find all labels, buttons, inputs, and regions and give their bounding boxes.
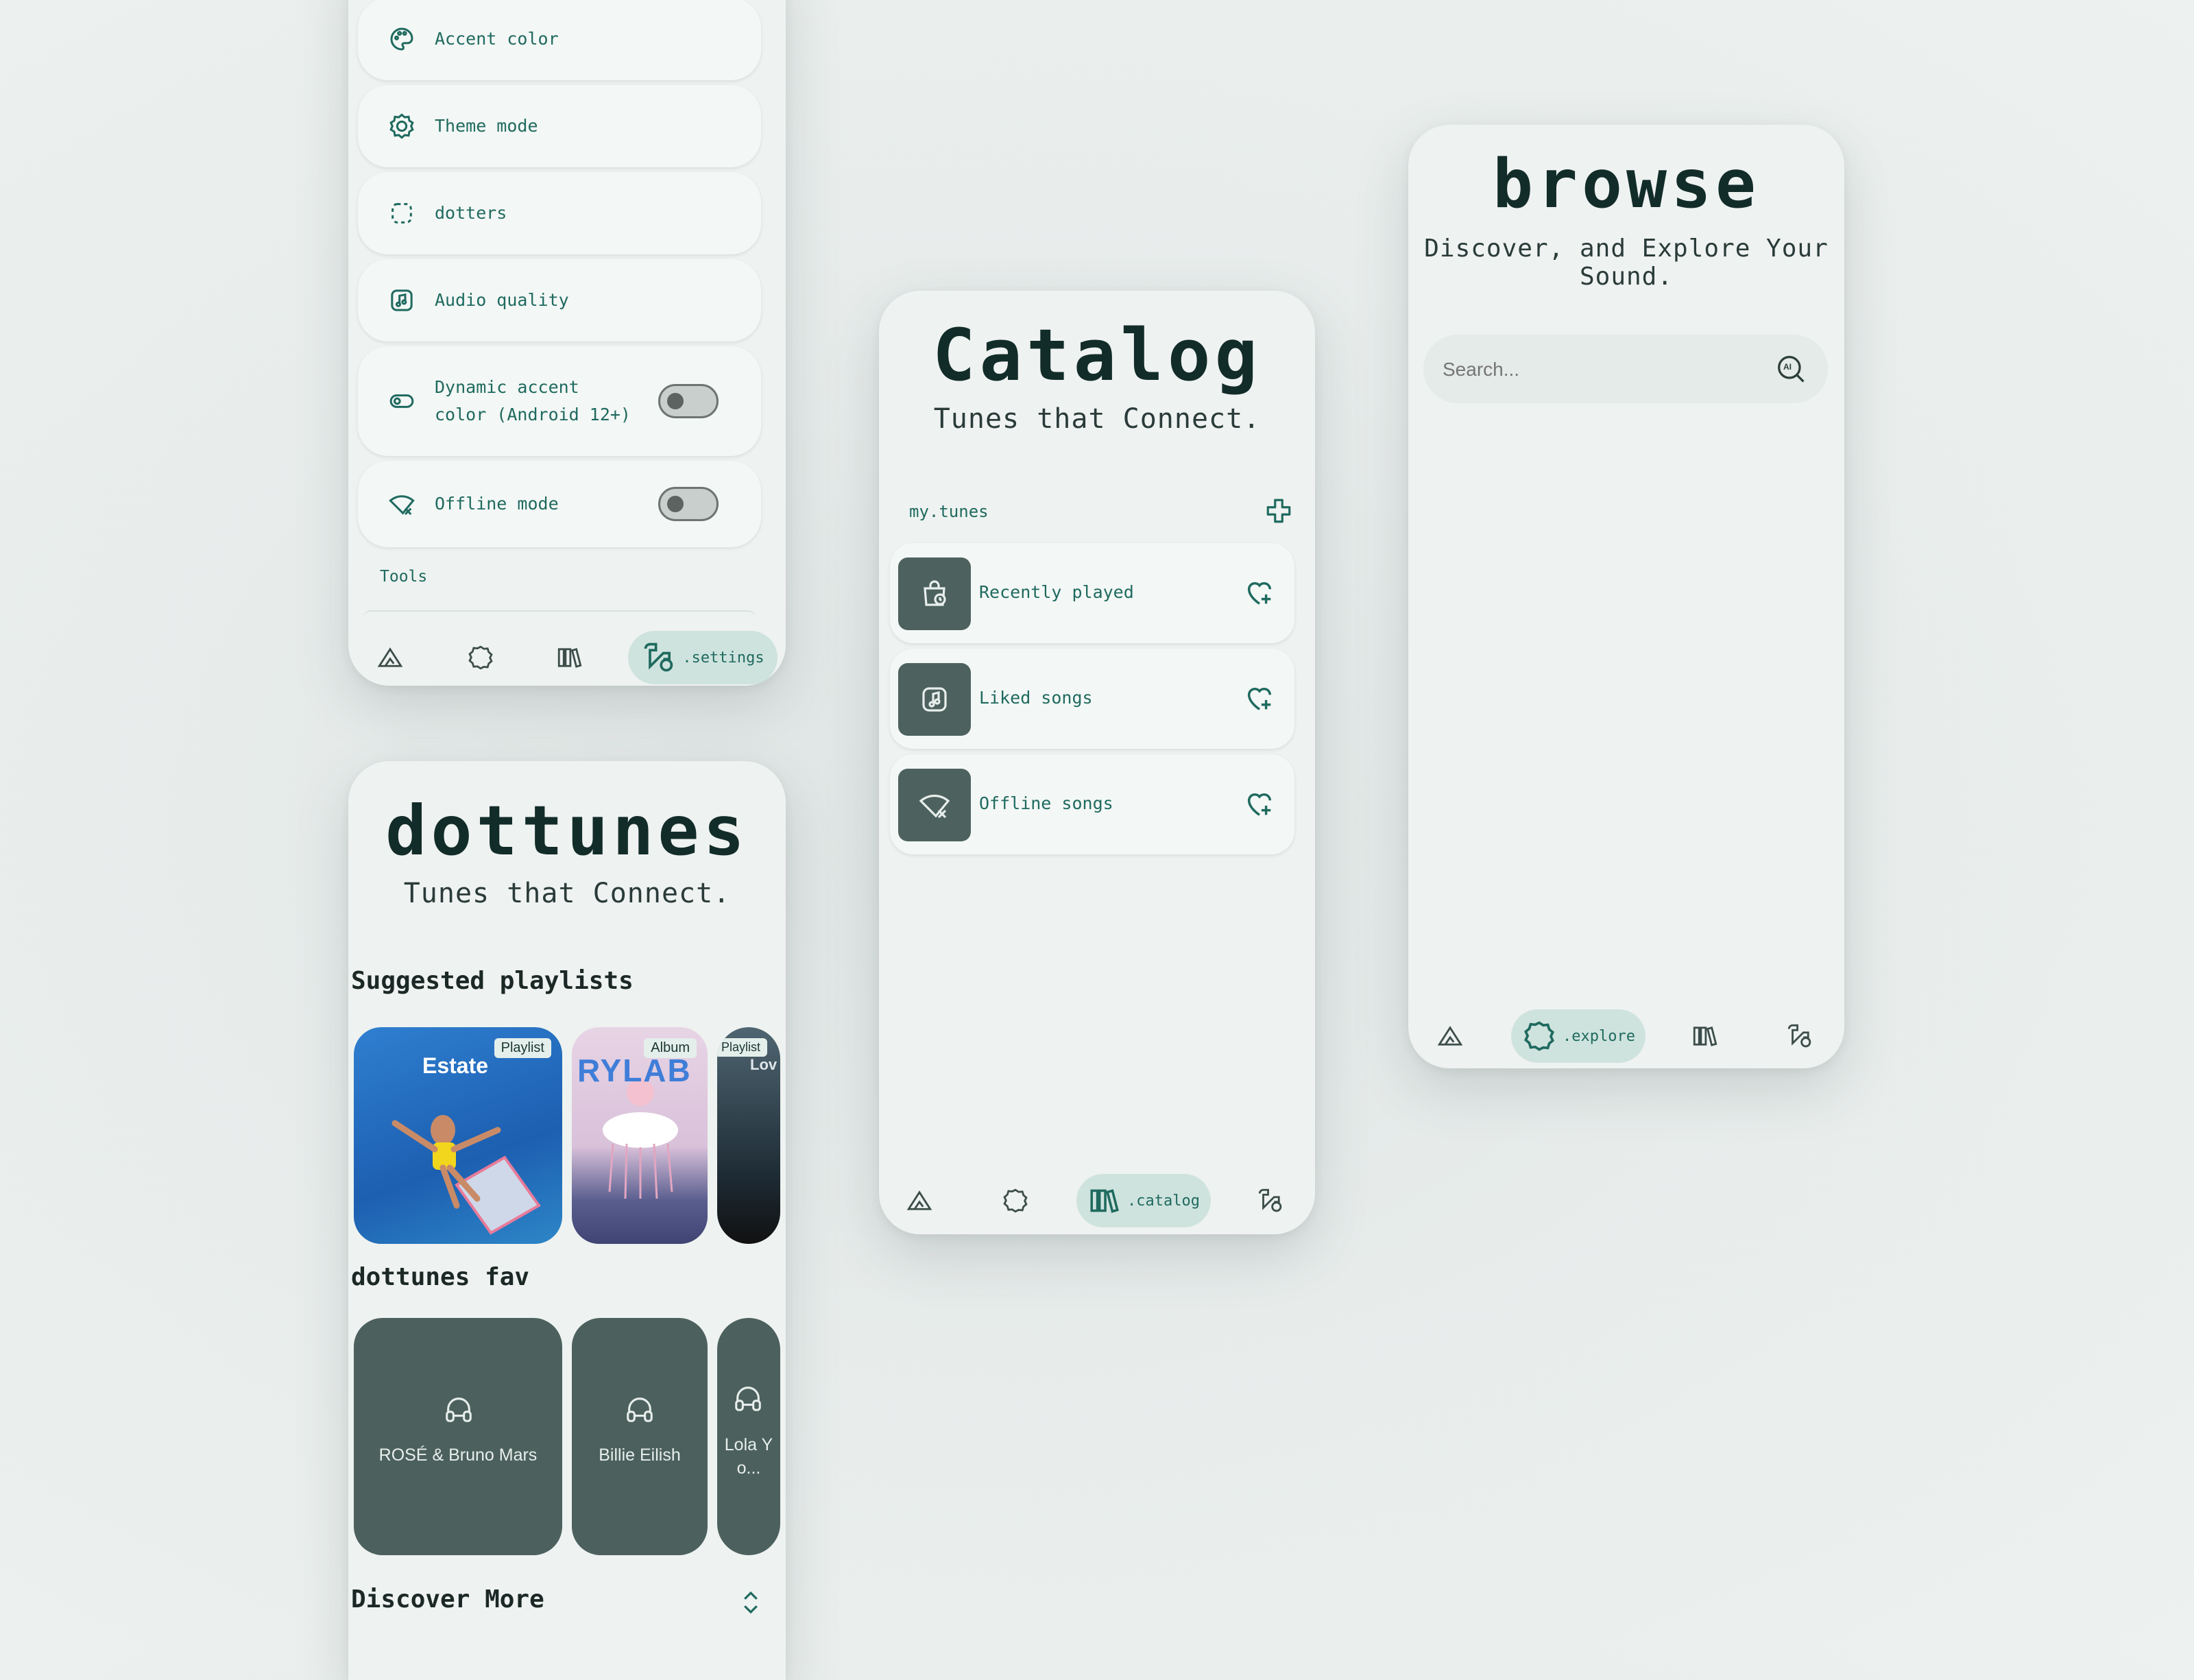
settings-screen: Accent color Theme mode dotters Audio qu… xyxy=(348,0,786,686)
headphones-icon xyxy=(624,1393,655,1430)
catalog-tab-active[interactable]: .catalog xyxy=(1076,1174,1211,1227)
app-tagline: Tunes that Connect. xyxy=(403,878,731,909)
catalog-item-label: Recently played xyxy=(979,582,1134,602)
home-mountain-icon[interactable] xyxy=(376,643,405,672)
explore-tab-active[interactable]: .explore xyxy=(1511,1009,1646,1063)
music-note-icon xyxy=(387,285,417,315)
home-mountain-icon[interactable] xyxy=(905,1186,934,1215)
heart-add-icon[interactable] xyxy=(1244,577,1275,612)
fav-heading: dottunes fav xyxy=(351,1263,530,1291)
home-mountain-icon[interactable] xyxy=(1436,1022,1464,1051)
setting-label: dotters xyxy=(435,203,507,223)
discover-heading: Discover More xyxy=(351,1585,544,1613)
catalog-nav-label: .catalog xyxy=(1127,1192,1200,1210)
expand-chevron-icon[interactable] xyxy=(736,1588,765,1620)
settings-icon[interactable] xyxy=(1785,1022,1814,1051)
playlist-badge: Playlist xyxy=(717,1038,768,1057)
cover-text: Estate xyxy=(422,1053,489,1078)
setting-label: Audio quality xyxy=(435,290,569,310)
catalog-item-label: Offline songs xyxy=(979,793,1113,813)
catalog-item-recently-played[interactable]: Recently played xyxy=(890,543,1294,643)
explore-nav-label: .explore xyxy=(1563,1027,1635,1045)
app-title: dottunes xyxy=(385,791,749,871)
album-card-rylab[interactable]: RYLAB Album xyxy=(572,1027,708,1244)
wifi-off-icon xyxy=(387,489,417,519)
browse-tagline: Discover, and Explore Your Sound. xyxy=(1424,235,1829,291)
heart-add-icon[interactable] xyxy=(1244,789,1275,823)
setting-theme-mode[interactable]: Theme mode xyxy=(358,85,761,167)
fav-artist-name: ROSÉ & Bruno Mars xyxy=(378,1445,538,1465)
setting-label: Dynamic accent color (Android 12+) xyxy=(435,377,631,424)
home-screen: dottunes Tunes that Connect. Suggested p… xyxy=(348,761,786,1680)
palette-icon xyxy=(387,24,417,54)
theme-mode-icon xyxy=(387,111,417,141)
album-badge: Album xyxy=(644,1038,697,1058)
wifi-off-icon xyxy=(898,769,971,841)
catalog-title: Catalog xyxy=(932,313,1262,397)
explore-nav-icon xyxy=(1524,1021,1554,1051)
settings-nav-label: .settings xyxy=(682,649,764,667)
library-icon[interactable] xyxy=(1691,1022,1720,1051)
history-bag-icon xyxy=(898,557,971,630)
setting-dotters[interactable]: dotters xyxy=(358,172,761,254)
heart-add-icon[interactable] xyxy=(1244,683,1275,717)
explore-icon[interactable] xyxy=(466,643,495,672)
setting-offline-mode[interactable]: Offline mode xyxy=(358,461,761,547)
add-playlist-icon[interactable] xyxy=(1264,496,1293,528)
setting-accent-color[interactable]: Accent color xyxy=(358,0,761,80)
settings-nav-icon xyxy=(644,643,673,672)
explore-icon[interactable] xyxy=(1001,1186,1030,1215)
catalog-item-label: Liked songs xyxy=(979,688,1093,708)
playlist-card-estate[interactable]: Estate Playlist xyxy=(354,1027,562,1244)
search-bar[interactable]: AI xyxy=(1423,335,1828,403)
setting-label: Theme mode xyxy=(435,116,538,136)
partial-row xyxy=(363,610,756,625)
browse-screen: browse Discover, and Explore Your Sound.… xyxy=(1408,125,1844,1068)
toggle-icon xyxy=(387,386,417,416)
catalog-item-liked-songs[interactable]: Liked songs xyxy=(890,649,1294,749)
offline-mode-toggle[interactable] xyxy=(658,487,719,521)
library-nav-icon xyxy=(1090,1189,1119,1213)
bottom-nav: .settings xyxy=(348,631,786,686)
search-input[interactable] xyxy=(1441,351,1773,388)
setting-dynamic-accent[interactable]: Dynamic accent color (Android 12+) xyxy=(358,346,761,456)
settings-tab-active[interactable]: .settings xyxy=(628,631,777,684)
ai-search-icon[interactable]: AI xyxy=(1773,351,1809,387)
my-tunes-label: my.tunes xyxy=(909,502,989,521)
settings-icon[interactable] xyxy=(1256,1186,1285,1215)
bottom-nav: .catalog xyxy=(879,1174,1315,1229)
fav-artist-name: Lola Yo... xyxy=(724,1435,773,1478)
setting-audio-quality[interactable]: Audio quality xyxy=(358,259,761,341)
headphones-icon xyxy=(443,1393,474,1430)
catalog-screen: Catalog Tunes that Connect. my.tunes Rec… xyxy=(879,291,1315,1234)
bottom-nav: .explore xyxy=(1408,1009,1844,1064)
headphones-icon xyxy=(732,1382,764,1419)
dotted-square-icon xyxy=(387,198,417,228)
fav-artist-name: Billie Eilish xyxy=(599,1445,681,1465)
catalog-tagline: Tunes that Connect. xyxy=(933,403,1261,435)
catalog-item-offline-songs[interactable]: Offline songs xyxy=(890,754,1294,854)
fav-artist-card[interactable]: Billie Eilish xyxy=(572,1318,708,1555)
playlist-badge: Playlist xyxy=(494,1038,551,1058)
setting-label: Accent color xyxy=(435,29,559,49)
suggested-heading: Suggested playlists xyxy=(351,967,634,995)
setting-label: Offline mode xyxy=(435,494,559,514)
cover-text: Lov xyxy=(750,1056,777,1073)
browse-title: browse xyxy=(1492,145,1760,224)
music-note-icon xyxy=(898,663,971,736)
dynamic-accent-toggle[interactable] xyxy=(658,384,719,418)
fav-artist-card[interactable]: Lola Yo... xyxy=(717,1318,780,1555)
fav-artist-card[interactable]: ROSÉ & Bruno Mars xyxy=(354,1318,562,1555)
library-icon[interactable] xyxy=(555,643,584,672)
tools-section-label: Tools xyxy=(380,568,428,586)
ai-label: AI xyxy=(1783,362,1792,372)
playlist-card-love[interactable]: Lov Playlist xyxy=(717,1027,780,1244)
